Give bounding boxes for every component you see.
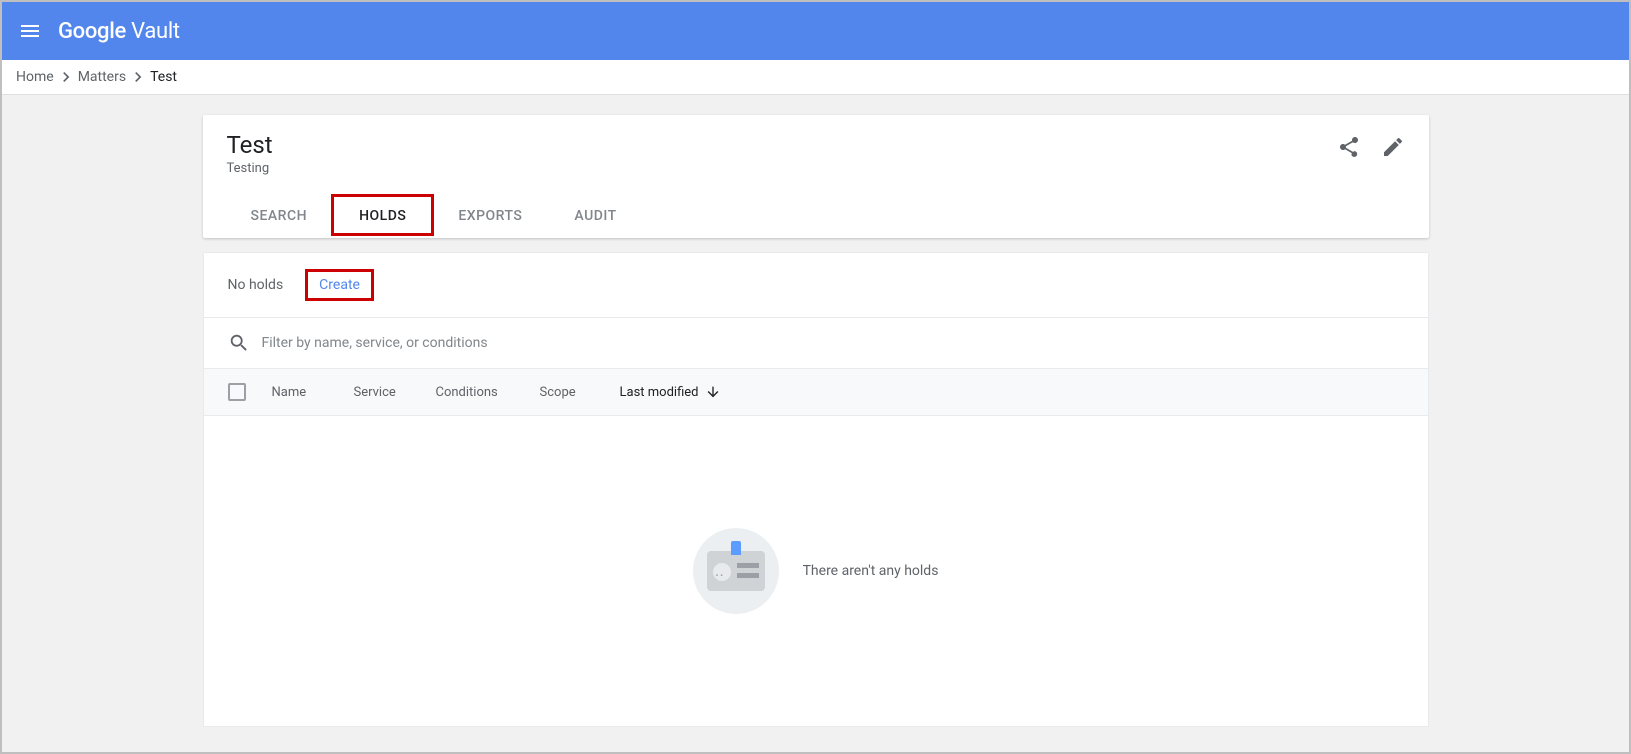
col-last-modified[interactable]: Last modified — [620, 384, 751, 400]
matter-title: Test — [227, 131, 1337, 159]
filter-row — [204, 318, 1428, 369]
col-service[interactable]: Service — [354, 385, 436, 400]
arrow-down-icon — [705, 384, 721, 400]
badge-icon: • • — [693, 528, 779, 614]
matter-card: Test Testing SEARCH HOLDS EXPORTS AUDIT — [203, 115, 1429, 238]
empty-message: There aren't any holds — [803, 563, 939, 579]
app-logo[interactable]: Google Vault — [58, 19, 180, 44]
toolbar: No holds Create — [204, 253, 1428, 318]
select-all-checkbox[interactable] — [228, 383, 246, 401]
tab-exports[interactable]: EXPORTS — [432, 198, 548, 238]
edit-icon[interactable] — [1381, 135, 1405, 159]
holds-count-text: No holds — [228, 277, 284, 293]
col-scope[interactable]: Scope — [540, 385, 620, 400]
holds-panel: No holds Create Name Service Conditions … — [203, 252, 1429, 727]
empty-state: • • There aren't any holds — [204, 416, 1428, 726]
tabs: SEARCH HOLDS EXPORTS AUDIT — [203, 198, 1429, 238]
tab-audit[interactable]: AUDIT — [548, 198, 642, 238]
table-header: Name Service Conditions Scope Last modif… — [204, 369, 1428, 416]
share-icon[interactable] — [1337, 135, 1361, 159]
content-area: Test Testing SEARCH HOLDS EXPORTS AUDIT — [2, 95, 1629, 741]
chevron-right-icon — [128, 67, 148, 87]
breadcrumb-current: Test — [150, 69, 177, 85]
filter-input[interactable] — [262, 335, 1404, 351]
breadcrumb: Home Matters Test — [2, 60, 1629, 95]
breadcrumb-home[interactable]: Home — [16, 69, 54, 85]
col-conditions[interactable]: Conditions — [436, 385, 540, 400]
app-header: Google Vault — [2, 2, 1629, 60]
logo-google: Google — [58, 19, 126, 44]
logo-vault: Vault — [126, 19, 180, 44]
chevron-right-icon — [56, 67, 76, 87]
tab-search[interactable]: SEARCH — [225, 198, 334, 238]
search-icon — [228, 332, 250, 354]
create-button[interactable]: Create — [309, 271, 370, 299]
menu-icon[interactable] — [18, 19, 42, 43]
matter-subtitle: Testing — [227, 161, 1337, 176]
col-last-modified-label: Last modified — [620, 385, 699, 400]
breadcrumb-matters[interactable]: Matters — [78, 69, 126, 85]
col-name[interactable]: Name — [272, 385, 354, 400]
tab-holds[interactable]: HOLDS — [333, 198, 432, 238]
